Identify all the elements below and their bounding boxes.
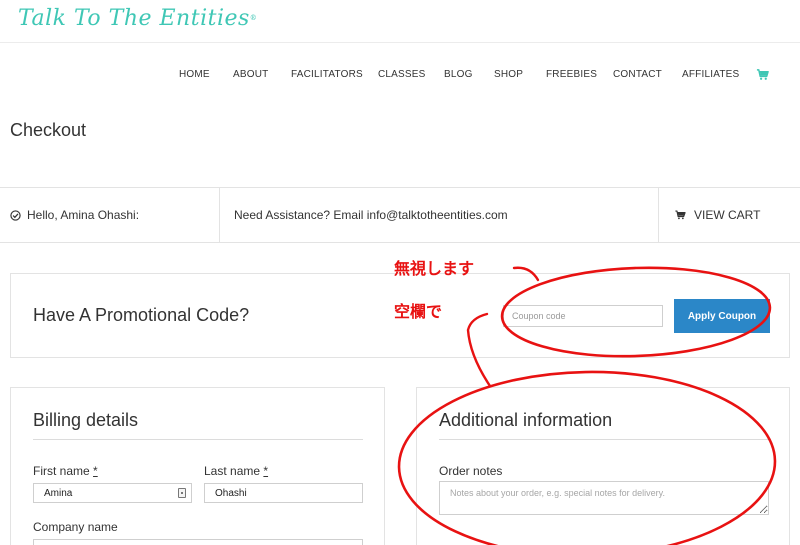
company-name-label: Company name (33, 520, 118, 534)
info-divider (219, 188, 220, 242)
greeting-text: Hello, Amina Ohashi: (27, 208, 140, 222)
billing-title-rule (33, 439, 363, 440)
additional-title: Additional information (439, 410, 613, 430)
nav-item-facilitators[interactable]: FACILITATORS (291, 69, 363, 80)
cart-icon (675, 210, 686, 220)
nav-item-home[interactable]: HOME (179, 69, 210, 80)
nav-item-freebies[interactable]: FREEBIES (546, 69, 597, 80)
check-circle-icon (10, 209, 21, 221)
billing-title: Billing details (33, 410, 139, 430)
first-name-label-text: First name (33, 464, 90, 478)
nav-item-classes[interactable]: CLASSES (378, 69, 426, 80)
additional-information-section: Additional information Order notes (416, 387, 790, 545)
apply-coupon-button[interactable]: Apply Coupon (674, 299, 770, 333)
assistance-cell: Need Assistance? Email info@talktotheent… (234, 188, 508, 242)
additional-title-rule (439, 439, 769, 440)
first-name-label: First name * (33, 464, 98, 478)
greeting-cell: Hello, Amina Ohashi: (10, 188, 139, 242)
last-name-input[interactable] (204, 483, 363, 503)
main-nav: HOME ABOUT FACILITATORS CLASSES BLOG SHO… (0, 69, 800, 83)
logo-text: Talk To The Entities (18, 6, 250, 31)
header-divider (0, 42, 800, 43)
first-name-input[interactable] (33, 483, 192, 503)
last-name-label: Last name * (204, 464, 268, 478)
last-name-label-text: Last name (204, 464, 261, 478)
info-divider (658, 188, 659, 242)
registered-mark: ® (249, 14, 258, 22)
view-cart-label: VIEW CART (694, 208, 761, 222)
nav-item-contact[interactable]: CONTACT (613, 69, 662, 80)
company-name-input[interactable] (33, 539, 363, 545)
nav-item-blog[interactable]: BLOG (444, 69, 473, 80)
checkout-info-bar: Hello, Amina Ohashi: Need Assistance? Em… (0, 187, 800, 243)
view-cart-link[interactable]: VIEW CART (675, 188, 760, 242)
coupon-code-input[interactable] (503, 305, 663, 327)
billing-details-section: Billing details First name * Last name *… (10, 387, 385, 545)
order-notes-textarea[interactable] (439, 481, 769, 515)
nav-item-affiliates[interactable]: AFFILIATES (682, 69, 739, 80)
order-notes-label: Order notes (439, 464, 503, 478)
promo-title: Have A Promotional Code? (33, 305, 250, 325)
assistance-text[interactable]: Need Assistance? Email info@talktotheent… (234, 208, 508, 222)
required-mark: * (93, 464, 98, 478)
site-logo[interactable]: Talk To The Entities® (18, 6, 257, 31)
page-title: Checkout (10, 120, 87, 140)
annotation-ignore-text: 無視します (394, 259, 475, 278)
nav-item-shop[interactable]: SHOP (494, 69, 523, 80)
autofill-contact-icon[interactable] (178, 488, 186, 498)
shopping-cart-icon[interactable] (756, 68, 769, 81)
nav-item-about[interactable]: ABOUT (233, 69, 268, 80)
annotation-blank-text: 空欄で (394, 302, 443, 321)
required-mark: * (263, 464, 269, 478)
